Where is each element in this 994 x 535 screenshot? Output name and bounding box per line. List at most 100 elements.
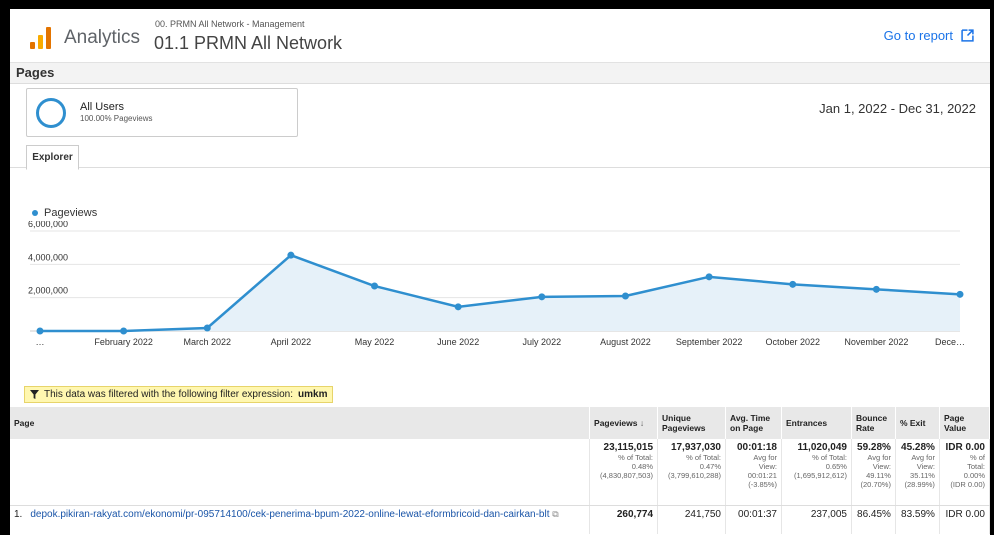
total-pct: 0.48%	[631, 462, 654, 471]
go-to-report-link[interactable]: Go to report	[884, 28, 974, 43]
pageviews-cell: 260,774	[589, 505, 659, 534]
x-tick-label: October 2022	[765, 337, 820, 347]
total-delta: (-3.85%)	[748, 480, 777, 489]
col-header-page[interactable]: Page	[10, 407, 591, 439]
x-tick-label: November 2022	[844, 337, 908, 347]
total-cell: 23,115,015% of Total: 0.48% (4,830,807,503…	[589, 439, 659, 506]
total-base: 0.00%	[963, 471, 985, 480]
x-tick-label: April 2022	[271, 337, 312, 347]
total-pct: 0.47%	[699, 462, 721, 471]
bounce-rate-cell: 86.45%	[851, 505, 896, 534]
tab-divider	[10, 167, 990, 168]
total-label: Total:	[967, 462, 985, 471]
chart-legend[interactable]: Pageviews	[32, 207, 97, 219]
y-tick-label: 6,000,000	[28, 221, 68, 229]
data-point	[956, 290, 964, 298]
page-title-bar: Pages	[10, 63, 990, 84]
segment-selector[interactable]: All Users 100.00% Pageviews	[26, 88, 298, 137]
total-label: View:	[758, 462, 777, 471]
total-cell: 11,020,049% of Total: 0.65% (1,695,912,612…	[781, 439, 852, 506]
x-tick-label: February 2022	[94, 337, 153, 347]
pages-table: Page Pageviews ↓ Unique Pageviews Avg. T…	[10, 407, 990, 534]
data-point	[454, 303, 462, 311]
unique-pageviews-cell: 241,750	[657, 505, 726, 534]
total-cell: 17,937,030% of Total: 0.47% (3,799,610,288…	[657, 439, 726, 506]
total-cell: IDR 0.00% of Total: 0.00% (IDR 0.00)	[939, 439, 990, 506]
total-label: % of Total:	[686, 453, 721, 462]
segment-subtext: 100.00% Pageviews	[80, 114, 153, 123]
go-to-report-label: Go to report	[883, 28, 953, 43]
col-header-avg-time[interactable]: Avg. Time on Page	[725, 407, 782, 439]
page-title: Pages	[16, 65, 55, 80]
data-point	[872, 285, 880, 293]
view-name[interactable]: 01.1 PRMN All Network	[154, 33, 342, 54]
total-label: Avg for	[911, 453, 935, 462]
table-header-row: Page Pageviews ↓ Unique Pageviews Avg. T…	[10, 407, 990, 439]
data-point	[203, 324, 211, 332]
total-base: (4,830,807,503)	[600, 471, 654, 480]
total-cell: 00:01:18 Avg for View: 00:01:21 (-3.85%)	[725, 439, 782, 506]
total-delta: (IDR 0.00)	[950, 480, 985, 489]
series-area	[40, 255, 960, 331]
data-point	[120, 327, 128, 335]
app-name[interactable]: Analytics	[64, 27, 140, 49]
filter-text: This data was filtered with the followin…	[44, 389, 294, 400]
col-header-page-value[interactable]: Page Value	[939, 407, 990, 439]
page-cell: 1. depok.pikiran-rakyat.com/ekonomi/pr-09…	[10, 505, 591, 534]
col-header-unique-pageviews[interactable]: Unique Pageviews	[657, 407, 726, 439]
x-tick-label: July 2022	[523, 337, 562, 347]
col-header-exit[interactable]: % Exit	[895, 407, 940, 439]
total-delta: (28.99%)	[904, 480, 935, 489]
data-point	[287, 251, 295, 259]
total-label: Avg for	[867, 453, 891, 462]
x-tick-label: June 2022	[437, 337, 479, 347]
x-tick-label: March 2022	[184, 337, 232, 347]
entrances-cell: 237,005	[781, 505, 852, 534]
total-value: 11,020,049	[797, 442, 847, 453]
account-path[interactable]: 00. PRMN All Network - Management	[155, 19, 305, 29]
total-value: 00:01:18	[736, 442, 777, 453]
total-label: % of	[969, 453, 985, 462]
analytics-window: Analytics 00. PRMN All Network - Managem…	[10, 9, 990, 535]
total-value: 17,937,030	[670, 442, 721, 453]
total-base: (3,799,610,288)	[668, 471, 721, 480]
total-label: % of Total:	[812, 453, 847, 462]
data-point	[538, 293, 546, 301]
data-point	[621, 292, 629, 300]
filter-funnel-icon	[30, 390, 39, 399]
total-label: Avg for	[753, 453, 777, 462]
tab-explorer[interactable]: Explorer	[26, 145, 79, 170]
avg-time-cell: 00:01:37	[725, 505, 782, 534]
row-index: 1.	[14, 509, 23, 520]
table-row[interactable]: 1. depok.pikiran-rakyat.com/ekonomi/pr-09…	[10, 505, 990, 534]
col-header-bounce-rate[interactable]: Bounce Rate	[851, 407, 896, 439]
data-point	[371, 282, 379, 290]
date-range-selector[interactable]: Jan 1, 2022 - Dec 31, 2022	[819, 101, 976, 116]
total-base: 00:01:21	[747, 471, 777, 480]
x-tick-label: May 2022	[355, 337, 395, 347]
filter-notice: This data was filtered with the followin…	[24, 386, 334, 403]
total-base: (1,695,912,612)	[794, 471, 847, 480]
open-page-icon[interactable]: ⧉	[552, 509, 558, 519]
col-header-pageviews[interactable]: Pageviews ↓	[589, 407, 659, 439]
analytics-logo-icon[interactable]	[30, 27, 52, 49]
data-point	[36, 327, 44, 335]
col-header-pageviews-label: Pageviews	[594, 418, 638, 428]
legend-dot-icon	[32, 210, 38, 216]
total-label: View:	[872, 462, 891, 471]
total-label: View:	[916, 462, 935, 471]
total-label: % of Total:	[618, 453, 654, 462]
header: Analytics 00. PRMN All Network - Managem…	[10, 9, 990, 63]
segment-circle-icon	[36, 98, 66, 128]
filter-expression: umkm	[298, 389, 328, 400]
exit-cell: 83.59%	[895, 505, 940, 534]
total-value: 23,115,015	[603, 442, 654, 453]
total-delta: (20.70%)	[860, 480, 891, 489]
x-tick-label: September 2022	[676, 337, 743, 347]
page-value-cell: IDR 0.00	[939, 505, 990, 534]
x-tick-label: August 2022	[600, 337, 651, 347]
sort-arrow-icon: ↓	[639, 418, 645, 428]
page-link[interactable]: depok.pikiran-rakyat.com/ekonomi/pr-0957…	[30, 509, 549, 520]
col-header-entrances[interactable]: Entrances	[781, 407, 852, 439]
total-value: 45.28%	[901, 442, 935, 453]
